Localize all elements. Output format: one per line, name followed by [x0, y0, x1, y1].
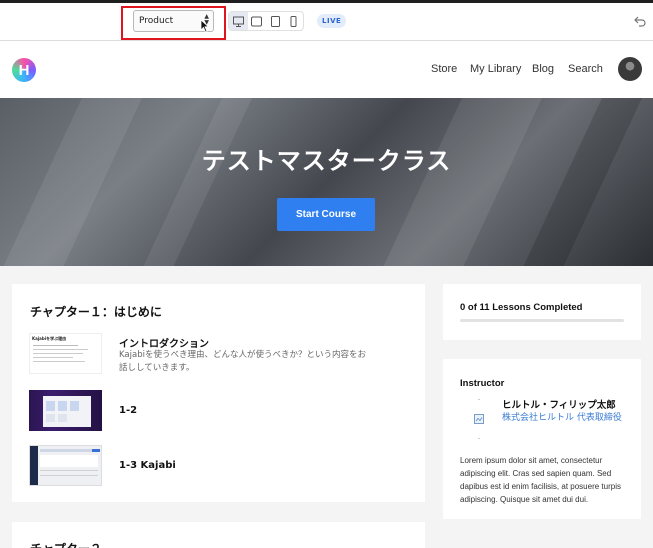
hero-stripe [128, 98, 262, 266]
hero-stripe [368, 98, 552, 266]
progress-label: 0 of 11 Lessons Completed [460, 302, 583, 313]
site-header [0, 41, 653, 98]
lesson-item[interactable]: 1-2 [29, 390, 419, 431]
chapter-title: チャプター１：はじめに [30, 305, 162, 319]
lesson-thumbnail [29, 445, 102, 486]
nav-store[interactable]: Store [431, 63, 457, 75]
live-badge: LIVE [317, 14, 347, 28]
broken-image-icon [474, 414, 484, 424]
start-course-button[interactable]: Start Course [277, 198, 375, 231]
site-logo[interactable]: H [12, 58, 36, 82]
chapter-title: チャプター２ [30, 540, 102, 548]
progress-bar [460, 319, 624, 322]
instructor-card: Instructor ヒルトル・フィリップ太郎 株式会社ヒルトル 代表取締役 L… [443, 359, 641, 519]
instructor-name: ヒルトル・フィリップ太郎 [502, 400, 616, 411]
nav-my-library[interactable]: My Library [470, 63, 521, 75]
undo-icon[interactable] [634, 15, 646, 27]
mouse-cursor-icon [200, 19, 210, 33]
nav-blog[interactable]: Blog [532, 63, 554, 75]
lesson-title: 1-2 [119, 405, 138, 416]
phone-icon [290, 15, 297, 27]
phone-preview-button[interactable] [285, 12, 304, 30]
thumbnail-heading: Kajabiを学ぶ理由 [32, 336, 67, 341]
progress-card: 0 of 11 Lessons Completed [443, 284, 641, 340]
lesson-item[interactable]: Kajabiを学ぶ理由 イントロダクション Kajabiを使うべき理由、どんな人… [29, 333, 419, 374]
chapter-card: チャプター１：はじめに Kajabiを学ぶ理由 イントロダクション Kajabi… [12, 284, 425, 502]
device-preview-group [228, 11, 304, 31]
desktop-preview-button[interactable] [229, 12, 248, 30]
nav-search[interactable]: Search [568, 63, 603, 75]
page-select-value: Product [139, 16, 174, 26]
lesson-thumbnail [29, 390, 102, 431]
instructor-heading: Instructor [460, 378, 505, 389]
chapter-card: チャプター２ [12, 522, 425, 548]
laptop-icon [251, 16, 263, 26]
desktop-icon [232, 16, 244, 27]
instructor-bio: Lorem ipsum dolor sit amet, consectetur … [460, 456, 621, 504]
lesson-item[interactable]: 1-3 Kajabi [29, 445, 419, 486]
logo-letter: H [18, 61, 30, 79]
hero-stripe [0, 98, 152, 266]
hero-title: テストマスタークラス [201, 147, 452, 175]
instructor-title: 株式会社ヒルトル 代表取締役 [502, 413, 622, 423]
laptop-preview-button[interactable] [248, 12, 267, 30]
lesson-title: イントロダクション [119, 339, 209, 350]
instructor-image [473, 399, 485, 439]
hero-banner: テストマスタークラス Start Course [0, 98, 653, 266]
user-avatar[interactable] [618, 57, 642, 81]
tablet-icon [270, 15, 280, 27]
tablet-preview-button[interactable] [266, 12, 285, 30]
lesson-description: Kajabiを使うべき理由、どんな人が使うべきか？という内容をお話ししていきます… [119, 350, 366, 373]
lesson-title: 1-3 Kajabi [119, 460, 176, 471]
lesson-thumbnail: Kajabiを学ぶ理由 [29, 333, 102, 374]
